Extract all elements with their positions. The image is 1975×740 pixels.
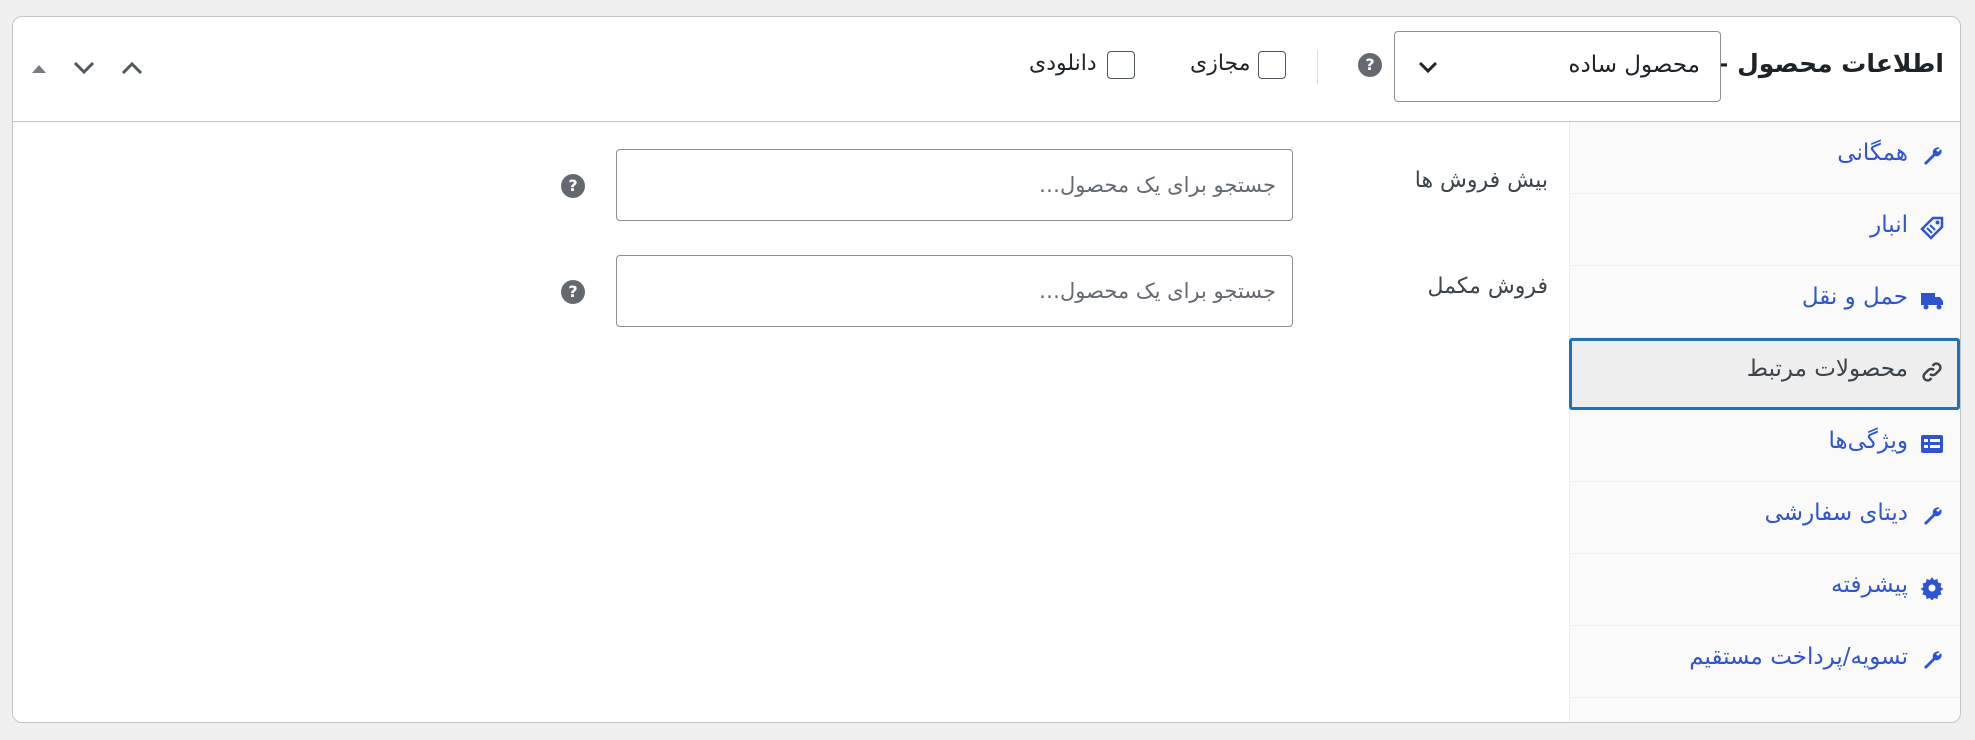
- tab-label: دیتای سفارشی: [1764, 500, 1908, 526]
- tab-label: پیشرفته: [1831, 572, 1908, 598]
- wrench-icon: [1924, 651, 1942, 669]
- wrench-icon: [1924, 507, 1942, 525]
- tab-shipping[interactable]: حمل و نقل: [1569, 266, 1960, 338]
- cross-sells-search-input[interactable]: [616, 255, 1293, 327]
- tab-general[interactable]: همگانی: [1569, 122, 1960, 194]
- product-type-select[interactable]: محصول ساده: [1394, 31, 1721, 102]
- list-card-icon: [1921, 435, 1943, 453]
- upsells-label: بیش فروش ها: [1414, 168, 1548, 193]
- tab-custom-data[interactable]: دیتای سفارشی: [1569, 482, 1960, 554]
- tab-label: تسویه/پرداخت مستقیم: [1689, 644, 1908, 670]
- tab-label: ویژگی‌ها: [1828, 428, 1908, 454]
- header-divider: [1317, 50, 1318, 84]
- tab-direct-checkout[interactable]: تسویه/پرداخت مستقیم: [1569, 626, 1960, 698]
- downloadable-label: دانلودی: [1029, 51, 1097, 76]
- tag-icon: [1920, 216, 1944, 240]
- chevron-down-icon: [1418, 61, 1438, 74]
- upsells-search-input[interactable]: [616, 149, 1293, 221]
- link-icon: [1922, 362, 1942, 382]
- downloadable-checkbox[interactable]: [1107, 51, 1135, 79]
- product-data-tabs: همگانی انبار حمل و نقل محصولات مرتبط ویژ…: [1569, 122, 1960, 722]
- truck-icon: [1921, 293, 1943, 310]
- product-data-panel: اطلاعات محصول — محصول ساده ? مجازی دانلو…: [12, 16, 1961, 723]
- cross-sells-help-icon[interactable]: ?: [561, 280, 585, 304]
- move-up-icon[interactable]: [117, 53, 147, 83]
- panel-header: اطلاعات محصول — محصول ساده ? مجازی دانلو…: [13, 17, 1960, 122]
- product-type-help-icon[interactable]: ?: [1358, 53, 1382, 77]
- wrench-icon: [1924, 147, 1942, 165]
- collapse-toggle-icon[interactable]: [27, 53, 51, 83]
- product-type-value: محصول ساده: [1568, 52, 1700, 78]
- panel-title: اطلاعات محصول —: [1703, 49, 1944, 78]
- cross-sells-label: فروش مکمل: [1427, 274, 1548, 299]
- tab-inventory[interactable]: انبار: [1569, 194, 1960, 266]
- tab-label: محصولات مرتبط: [1746, 356, 1908, 382]
- tab-attributes[interactable]: ویژگی‌ها: [1569, 410, 1960, 482]
- move-down-icon[interactable]: [69, 53, 99, 83]
- virtual-checkbox[interactable]: [1258, 51, 1286, 79]
- upsells-help-icon[interactable]: ?: [561, 174, 585, 198]
- tab-linked-products[interactable]: محصولات مرتبط: [1569, 338, 1960, 410]
- tab-label: حمل و نقل: [1801, 284, 1908, 310]
- tab-label: انبار: [1870, 212, 1908, 238]
- virtual-label: مجازی: [1190, 51, 1251, 76]
- tab-advanced[interactable]: پیشرفته: [1569, 554, 1960, 626]
- tab-label: همگانی: [1837, 140, 1908, 166]
- gear-icon: [1920, 577, 1944, 600]
